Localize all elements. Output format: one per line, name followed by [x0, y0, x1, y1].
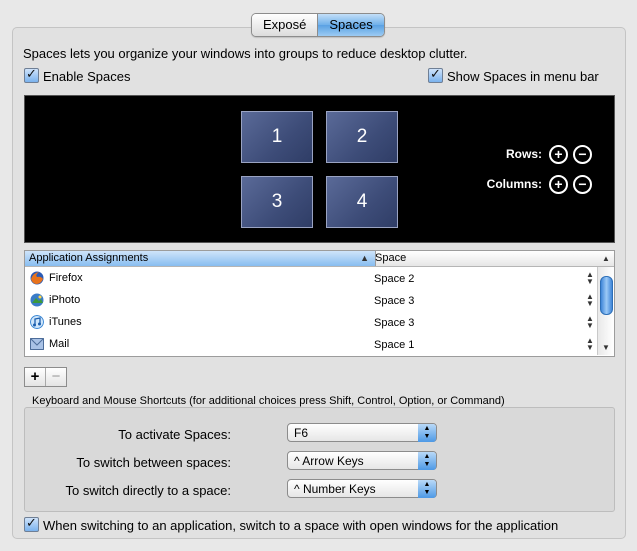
shortcuts-caption: Keyboard and Mouse Shortcuts (for additi…	[32, 395, 505, 407]
header-application-label: Application Assignments	[29, 252, 149, 264]
scroll-down-icon[interactable]: ▼	[602, 343, 610, 352]
space-value[interactable]: Space 3	[374, 317, 414, 329]
space-value[interactable]: Space 1	[374, 339, 414, 351]
switch-between-value: ^ Arrow Keys	[294, 454, 364, 468]
add-remove-buttons: + −	[24, 367, 67, 387]
switch-between-label: To switch between spaces:	[76, 455, 231, 470]
switch-to-app-space-label: When switching to an application, switch…	[43, 518, 559, 533]
space-tile[interactable]: 4	[326, 176, 398, 228]
show-in-menu-bar-checkbox[interactable]	[428, 66, 443, 83]
itunes-icon	[30, 315, 44, 329]
activate-spaces-value: F6	[294, 426, 309, 440]
header-space[interactable]: Space	[375, 251, 406, 266]
space-value[interactable]: Space 3	[374, 295, 414, 307]
remove-assignment-button[interactable]: −	[46, 368, 66, 386]
shortcuts-box: To activate Spaces: F6 ▲ ▼ To switch betw…	[24, 407, 615, 512]
mail-icon	[30, 338, 44, 350]
switch-to-app-space-checkbox[interactable]	[24, 515, 39, 532]
switch-directly-label: To switch directly to a space:	[65, 483, 231, 498]
show-in-menu-bar-label: Show Spaces in menu bar	[447, 69, 599, 84]
assignments-table: Application Assignments ▲ Space Firefox …	[24, 250, 615, 357]
popup-arrows-icon: ▲ ▼	[418, 424, 436, 442]
show-in-menu-bar-row[interactable]: Show Spaces in menu bar	[428, 66, 599, 84]
space-tile[interactable]: 3	[241, 176, 313, 228]
space-tile[interactable]: 1	[241, 111, 313, 163]
activate-spaces-label: To activate Spaces:	[118, 427, 231, 442]
iphoto-icon	[30, 293, 44, 307]
add-assignment-button[interactable]: +	[25, 368, 46, 386]
popup-arrows-icon: ▲ ▼	[418, 452, 436, 470]
header-application-assignments[interactable]: Application Assignments ▲	[25, 251, 376, 266]
table-row[interactable]: Mail Space 1 ▲ ▼	[25, 334, 597, 356]
rows-remove-button[interactable]: −	[573, 145, 592, 164]
enable-spaces-checkbox[interactable]	[24, 66, 39, 83]
table-header: Application Assignments ▲ Space	[25, 251, 614, 267]
table-row[interactable]: Firefox Space 2 ▲ ▼	[25, 268, 597, 290]
scroll-up-icon[interactable]: ▲	[602, 254, 610, 263]
space-stepper-icon[interactable]: ▲ ▼	[586, 337, 594, 352]
columns-label: Columns:	[486, 177, 542, 191]
tab-bar: Exposé Spaces	[251, 13, 385, 37]
tab-expose[interactable]: Exposé	[252, 14, 319, 36]
switch-to-app-space-row[interactable]: When switching to an application, switch…	[24, 515, 559, 533]
switch-directly-value: ^ Number Keys	[294, 482, 376, 496]
app-name: Mail	[49, 338, 70, 350]
enable-spaces-row[interactable]: Enable Spaces	[24, 66, 131, 84]
app-name: iTunes	[49, 316, 82, 328]
intro-text: Spaces lets you organize your windows in…	[23, 46, 468, 61]
firefox-icon	[30, 271, 44, 285]
table-scrollbar[interactable]: ▲ ▼	[597, 254, 614, 355]
scrollbar-thumb[interactable]	[600, 276, 613, 315]
switch-directly-popup[interactable]: ^ Number Keys ▲ ▼	[287, 479, 437, 498]
columns-remove-button[interactable]: −	[573, 175, 592, 194]
table-row[interactable]: iPhoto Space 3 ▲ ▼	[25, 290, 597, 312]
space-stepper-icon[interactable]: ▲ ▼	[586, 271, 594, 286]
space-stepper-icon[interactable]: ▲ ▼	[586, 315, 594, 330]
app-name: Firefox	[49, 272, 83, 284]
tab-spaces[interactable]: Spaces	[318, 14, 384, 36]
space-stepper-icon[interactable]: ▲ ▼	[586, 293, 594, 308]
app-name: iPhoto	[49, 294, 81, 306]
spaces-grid: 1 2 3 4 Rows: + − Columns: + −	[24, 95, 615, 243]
switch-between-popup[interactable]: ^ Arrow Keys ▲ ▼	[287, 451, 437, 470]
table-row[interactable]: iTunes Space 3 ▲ ▼	[25, 312, 597, 334]
sort-ascending-icon: ▲	[360, 253, 369, 263]
rows-add-button[interactable]: +	[549, 145, 568, 164]
popup-arrows-icon: ▲ ▼	[418, 480, 436, 498]
space-tile[interactable]: 2	[326, 111, 398, 163]
space-value[interactable]: Space 2	[374, 273, 414, 285]
rows-label: Rows:	[506, 147, 542, 161]
columns-add-button[interactable]: +	[549, 175, 568, 194]
enable-spaces-label: Enable Spaces	[43, 69, 131, 84]
activate-spaces-popup[interactable]: F6 ▲ ▼	[287, 423, 437, 442]
